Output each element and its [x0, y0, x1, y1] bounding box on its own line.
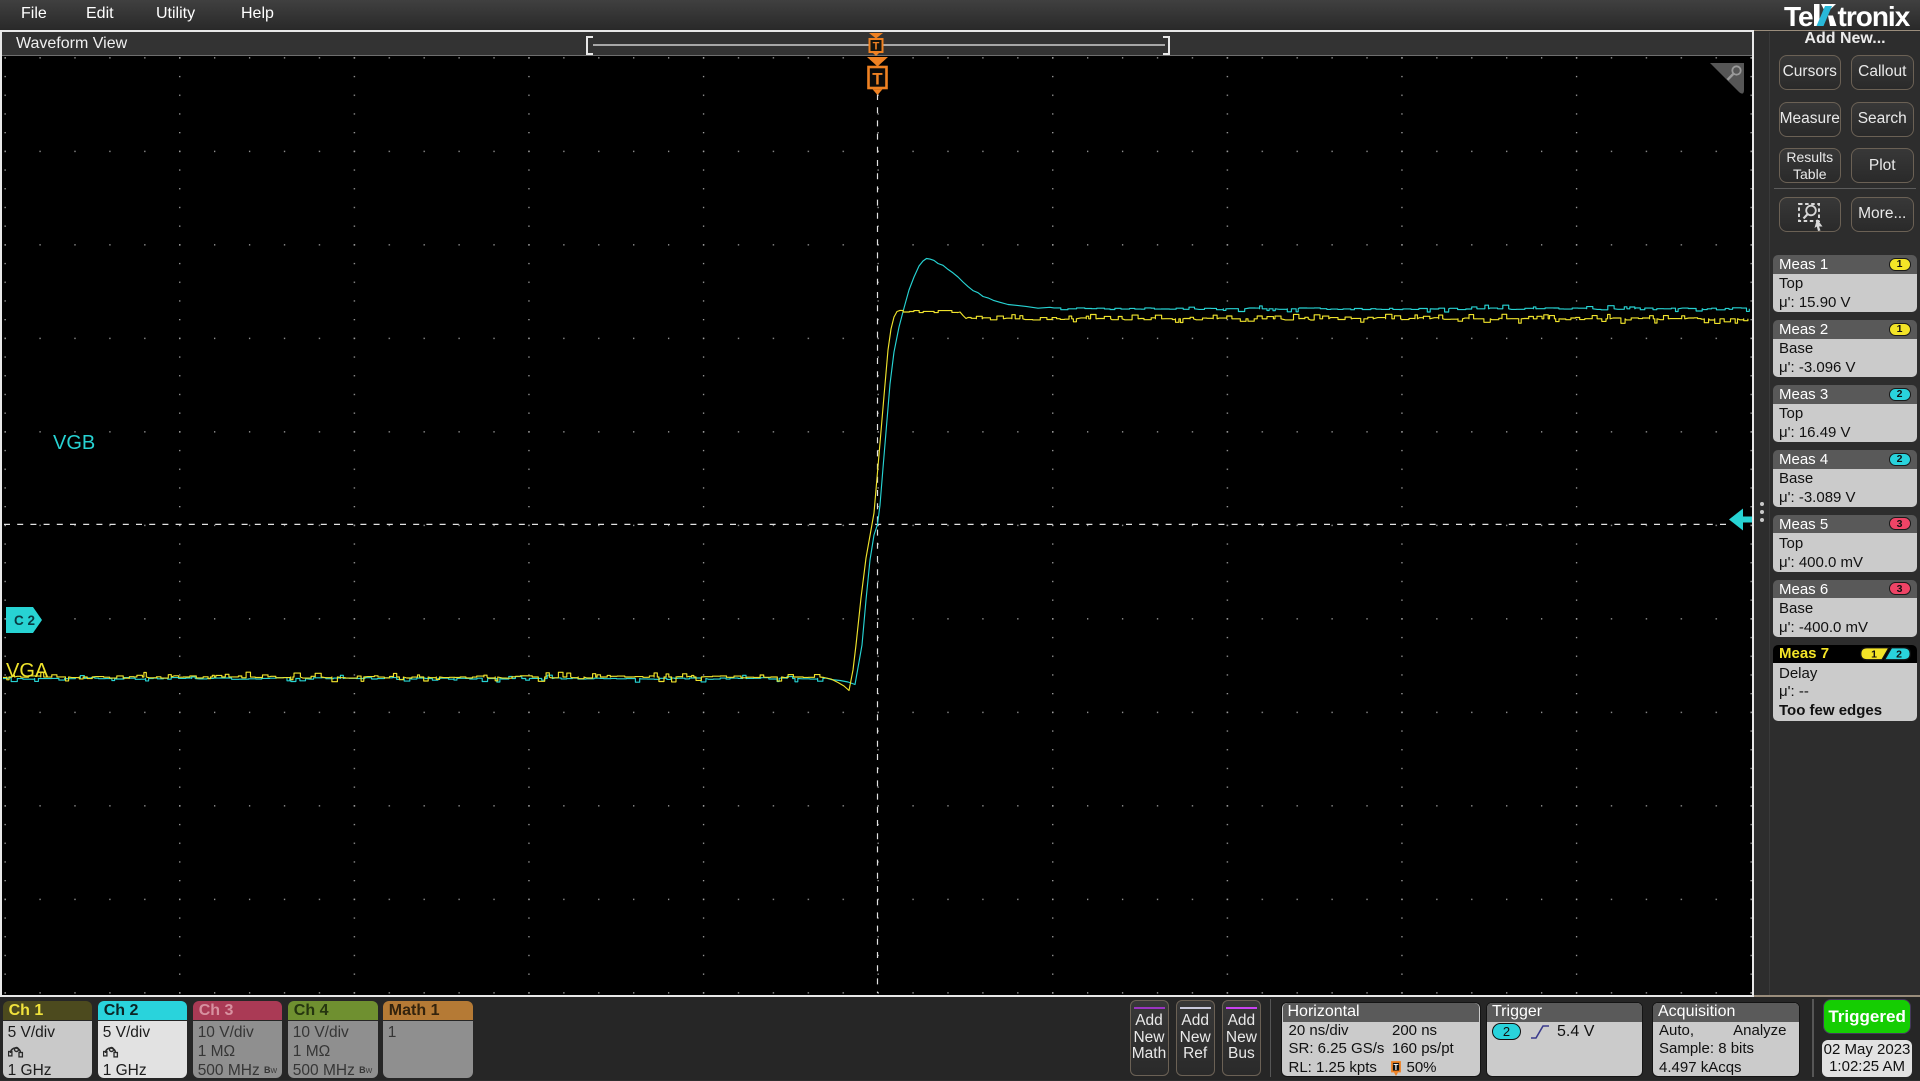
svg-text:C 2: C 2	[14, 613, 35, 628]
svg-text:T: T	[1394, 1063, 1399, 1072]
svg-text:VGB: VGB	[53, 432, 95, 454]
svg-text:T: T	[872, 70, 883, 89]
svg-text:VGA: VGA	[6, 660, 49, 682]
svg-text:2: 2	[1896, 649, 1902, 661]
svg-text:1: 1	[1871, 649, 1877, 661]
svg-text:Te: Te	[1784, 1, 1813, 30]
svg-text:tronix: tronix	[1838, 1, 1911, 30]
svg-text:T: T	[873, 40, 880, 52]
